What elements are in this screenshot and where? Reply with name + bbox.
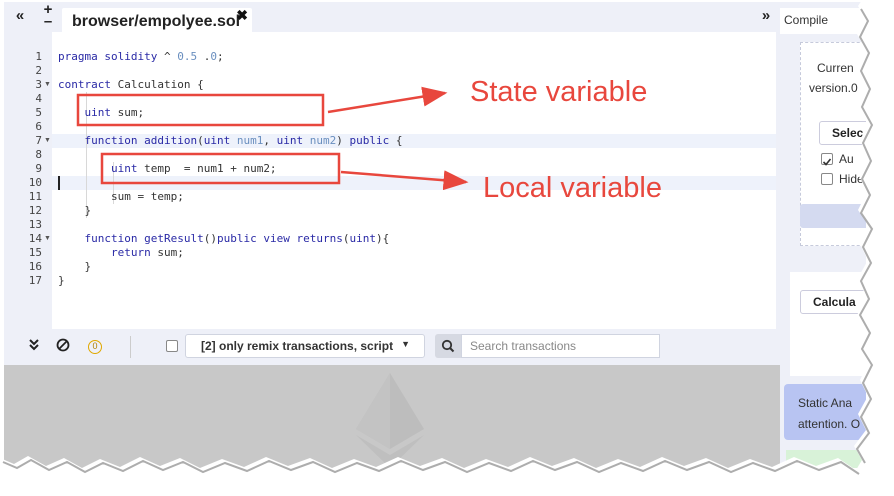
state-variable-annotation: State variable bbox=[470, 76, 648, 108]
local-variable-annotation: Local variable bbox=[483, 172, 662, 204]
state-variable-arrow bbox=[327, 86, 448, 114]
local-variable-highlight-box bbox=[100, 152, 341, 185]
annotation-overlay bbox=[76, 86, 469, 191]
local-variable-arrow bbox=[340, 170, 469, 191]
state-variable-highlight-box bbox=[76, 93, 325, 127]
